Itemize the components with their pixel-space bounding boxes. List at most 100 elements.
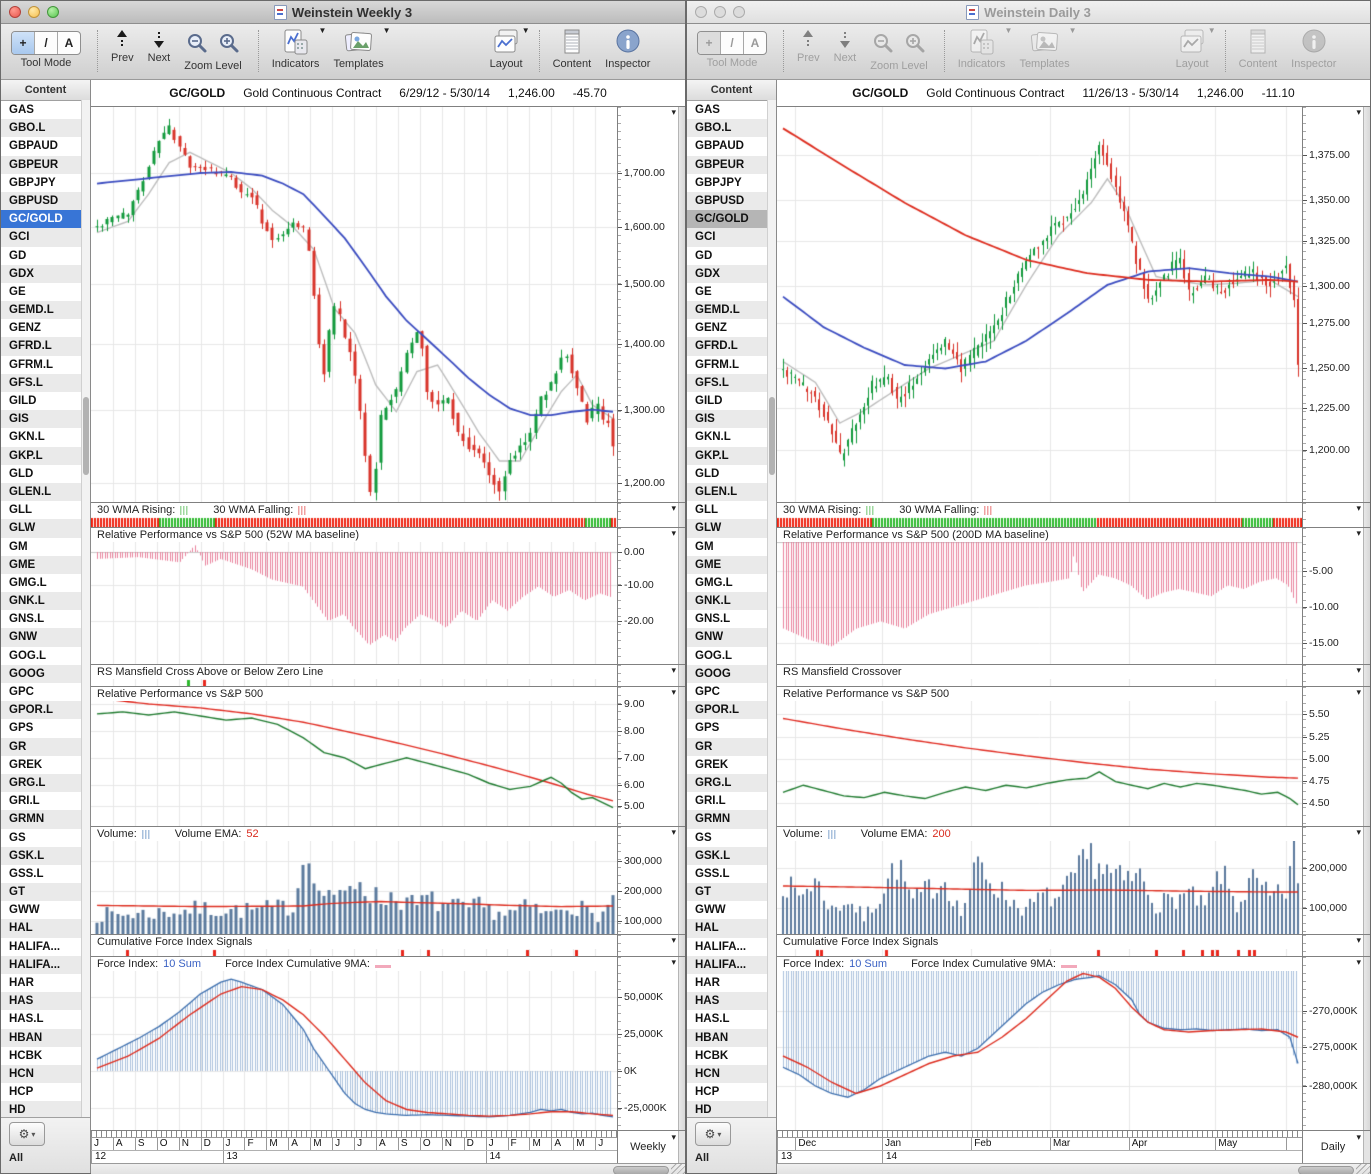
titlebar[interactable]: Weinstein Weekly 3 — [1, 1, 685, 24]
panel-axis[interactable]: ▾ — [617, 665, 678, 686]
symbol-list[interactable]: GASGBO.LGBPAUDGBPEURGBPJPYGBPUSDGC/GOLDG… — [1, 101, 90, 1117]
symbol-list-item[interactable]: HALIFA... — [687, 956, 776, 974]
symbol-list-item[interactable]: GLW — [687, 519, 776, 537]
symbol-list-item[interactable]: GEMD.L — [1, 301, 90, 319]
symbol-list-item[interactable]: GME — [1, 556, 90, 574]
panel-menu-icon[interactable]: ▾ — [1356, 503, 1361, 513]
symbol-list-item[interactable]: GE — [687, 283, 776, 301]
symbol-list-item[interactable]: GSS.L — [1, 865, 90, 883]
symbol-list-item[interactable]: HCP — [1, 1083, 90, 1101]
panel-scroll-strip[interactable] — [1363, 107, 1370, 502]
symbol-list-item[interactable]: GLL — [1, 501, 90, 519]
symbol-list-item[interactable]: GFRM.L — [1, 356, 90, 374]
timeframe-dropdown[interactable]: Daily▾ — [1302, 1131, 1363, 1163]
panel-axis[interactable]: ▾ — [617, 935, 678, 956]
panel-menu-icon[interactable]: ▾ — [671, 957, 676, 967]
wma-strip-plot[interactable] — [777, 517, 1302, 527]
next-icon[interactable] — [838, 28, 852, 50]
symbol-list-item[interactable]: GBPUSD — [687, 192, 776, 210]
symbol-list-item[interactable]: HALIFA... — [687, 938, 776, 956]
scrollbar-thumb[interactable] — [769, 397, 775, 475]
inspector-icon[interactable] — [1301, 28, 1327, 56]
symbol-list-item[interactable]: GT — [1, 883, 90, 901]
symbol-list-item[interactable]: HCN — [1, 1065, 90, 1083]
panel-scroll-strip[interactable] — [678, 827, 685, 934]
horizontal-scrollbar[interactable] — [91, 1163, 685, 1174]
mansfield-plot[interactable] — [91, 679, 617, 686]
symbol-list-item[interactable]: GSK.L — [1, 847, 90, 865]
symbol-list-item[interactable]: GNK.L — [687, 592, 776, 610]
relperf-plot[interactable] — [777, 701, 1302, 826]
symbol-list-item[interactable]: GE — [1, 283, 90, 301]
panel-axis[interactable]: ▾ — [1302, 665, 1363, 686]
panel-axis[interactable]: ▾200,000100,000 — [1302, 827, 1363, 934]
minimize-icon[interactable] — [714, 6, 726, 18]
symbol-list-item[interactable]: GILD — [687, 392, 776, 410]
symbol-list-item[interactable]: GREK — [687, 756, 776, 774]
symbol-list-item[interactable]: GLD — [687, 465, 776, 483]
symbol-list-item[interactable]: GS — [687, 829, 776, 847]
layout-icon[interactable] — [491, 28, 521, 56]
panel-menu-icon[interactable]: ▾ — [1356, 528, 1361, 538]
panel-menu-icon[interactable]: ▾ — [671, 503, 676, 513]
symbol-list-item[interactable]: GREK — [1, 756, 90, 774]
sidebar-scrollbar[interactable] — [767, 100, 776, 1117]
symbol-list-item[interactable]: GD — [687, 247, 776, 265]
symbol-list-item[interactable]: GOG.L — [1, 647, 90, 665]
panel-scroll-strip[interactable] — [678, 935, 685, 956]
symbol-list-item[interactable]: GEMD.L — [687, 301, 776, 319]
panel-menu-icon[interactable]: ▾ — [1356, 957, 1361, 967]
zoom-in-icon[interactable] — [218, 32, 240, 54]
close-icon[interactable] — [695, 6, 707, 18]
symbol-list-item[interactable]: GFRD.L — [687, 337, 776, 355]
symbol-list-item[interactable]: GNW — [1, 628, 90, 646]
symbol-list-item[interactable]: GPS — [687, 719, 776, 737]
action-menu-button[interactable]: ⚙▾ — [9, 1122, 45, 1146]
symbol-list-item[interactable]: GBPAUD — [1, 137, 90, 155]
symbol-list-item[interactable]: GBO.L — [1, 119, 90, 137]
resize-grip[interactable] — [1356, 1164, 1370, 1174]
crosshair-tool-button[interactable]: + — [12, 32, 35, 54]
symbol-list-item[interactable]: GLEN.L — [687, 483, 776, 501]
signals-plot[interactable] — [91, 949, 617, 956]
panel-menu-icon[interactable]: ▾ — [671, 827, 676, 837]
symbol-list-item[interactable]: GKN.L — [687, 428, 776, 446]
horizontal-scrollbar[interactable] — [777, 1163, 1370, 1174]
symbol-list-item[interactable]: GT — [687, 883, 776, 901]
panel-scroll-strip[interactable] — [678, 528, 685, 664]
sidebar-scrollbar[interactable] — [81, 100, 90, 1117]
symbol-list-item[interactable]: GRMN — [1, 810, 90, 828]
symbol-list-item[interactable]: GDX — [687, 265, 776, 283]
symbol-list-item[interactable]: HCP — [687, 1083, 776, 1101]
symbol-list-item[interactable]: GM — [1, 538, 90, 556]
force-plot[interactable] — [91, 971, 617, 1130]
symbol-list-item[interactable]: GIS — [687, 410, 776, 428]
symbol-list-item[interactable]: GPC — [1, 683, 90, 701]
zoom-out-icon[interactable] — [872, 32, 894, 54]
panel-axis[interactable]: ▾-270,000K-275,000K-280,000K — [1302, 957, 1363, 1130]
symbol-list-item[interactable]: GIS — [1, 410, 90, 428]
close-icon[interactable] — [9, 6, 21, 18]
timeframe-dropdown[interactable]: Weekly▾ — [617, 1131, 678, 1163]
maximize-icon[interactable] — [47, 6, 59, 18]
symbol-list-item[interactable]: GENZ — [687, 319, 776, 337]
panel-menu-icon[interactable]: ▾ — [1356, 107, 1361, 117]
scrollbar-thumb[interactable] — [83, 397, 89, 475]
symbol-list-item[interactable]: GWW — [687, 901, 776, 919]
symbol-list-item[interactable]: GSK.L — [687, 847, 776, 865]
prev-icon[interactable] — [115, 28, 129, 50]
symbol-list-item[interactable]: HBAN — [687, 1029, 776, 1047]
scrollbar-thumb[interactable] — [613, 1166, 669, 1174]
symbol-list-item[interactable]: GFRM.L — [687, 356, 776, 374]
mansfield-plot[interactable] — [777, 679, 1302, 686]
signals-plot[interactable] — [777, 949, 1302, 956]
symbol-list-item[interactable]: GMG.L — [1, 574, 90, 592]
symbol-list-item[interactable]: GBPAUD — [687, 137, 776, 155]
tool-mode-segmented[interactable]: + / A — [11, 31, 81, 55]
panel-axis[interactable]: ▾ — [617, 503, 678, 527]
relperf-baseline-plot[interactable] — [91, 542, 617, 664]
symbol-list-item[interactable]: GKP.L — [687, 447, 776, 465]
panel-scroll-strip[interactable] — [678, 107, 685, 502]
text-tool-button[interactable]: A — [58, 32, 80, 54]
content-icon[interactable] — [562, 28, 582, 56]
